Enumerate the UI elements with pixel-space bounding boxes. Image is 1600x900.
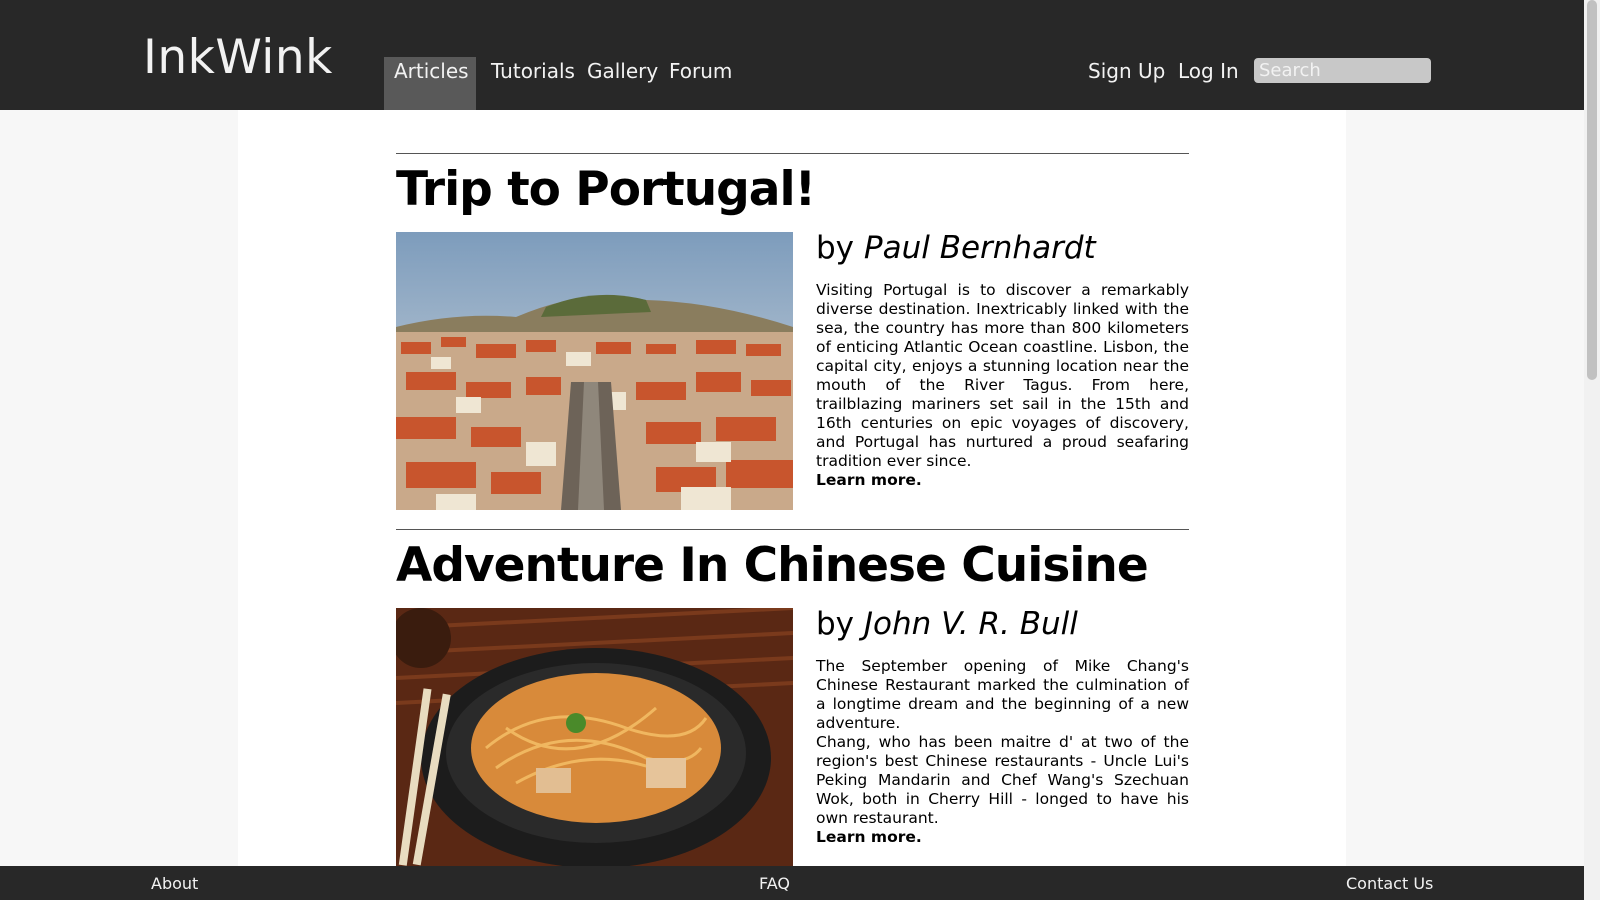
search-input[interactable] [1254, 58, 1431, 83]
footer-about-link[interactable]: About [151, 874, 198, 893]
sign-up-link[interactable]: Sign Up [1088, 59, 1165, 83]
byline-prefix: by [816, 606, 855, 642]
site-logo[interactable]: InkWink [143, 30, 333, 85]
byline-prefix: by [816, 230, 855, 266]
article-divider [396, 529, 1189, 530]
noodles-photo[interactable] [396, 608, 793, 866]
main-content: Trip to Portugal! by Paul Bernhardt Visi… [238, 110, 1346, 866]
scrollbar-thumb[interactable] [1587, 0, 1597, 380]
article-portugal: Trip to Portugal! by Paul Bernhardt Visi… [396, 153, 1189, 513]
article-title[interactable]: Adventure In Chinese Cuisine [396, 538, 1189, 593]
article-paragraph: The September opening of Mike Chang's Ch… [816, 657, 1189, 732]
article-paragraph: Visiting Portugal is to discover a remar… [816, 281, 1189, 470]
learn-more-link[interactable]: Learn more. [816, 828, 1189, 847]
article-chinese-cuisine: Adventure In Chinese Cuisine by John V. … [396, 529, 1189, 866]
site-header: InkWink Articles Tutorials Gallery Forum… [0, 0, 1584, 110]
portugal-city-photo[interactable] [396, 232, 793, 510]
author-name[interactable]: John V. R. Bull [864, 606, 1078, 642]
nav-tutorials[interactable]: Tutorials [491, 57, 575, 110]
author-name[interactable]: Paul Bernhardt [864, 230, 1096, 266]
article-byline: by Paul Bernhardt [816, 230, 1096, 266]
log-in-link[interactable]: Log In [1178, 59, 1239, 83]
nav-forum[interactable]: Forum [669, 57, 732, 110]
article-paragraph: Chang, who has been maitre d' at two of … [816, 733, 1189, 827]
article-title[interactable]: Trip to Portugal! [396, 162, 1189, 217]
nav-articles[interactable]: Articles [384, 57, 476, 110]
footer-faq-link[interactable]: FAQ [759, 874, 790, 893]
article-body: Visiting Portugal is to discover a remar… [816, 281, 1189, 490]
article-byline: by John V. R. Bull [816, 606, 1078, 642]
nav-gallery[interactable]: Gallery [587, 57, 658, 110]
site-footer: About FAQ Contact Us [0, 866, 1584, 900]
learn-more-link[interactable]: Learn more. [816, 471, 1189, 490]
footer-contact-link[interactable]: Contact Us [1346, 874, 1433, 893]
article-divider [396, 153, 1189, 154]
article-body: The September opening of Mike Chang's Ch… [816, 657, 1189, 847]
